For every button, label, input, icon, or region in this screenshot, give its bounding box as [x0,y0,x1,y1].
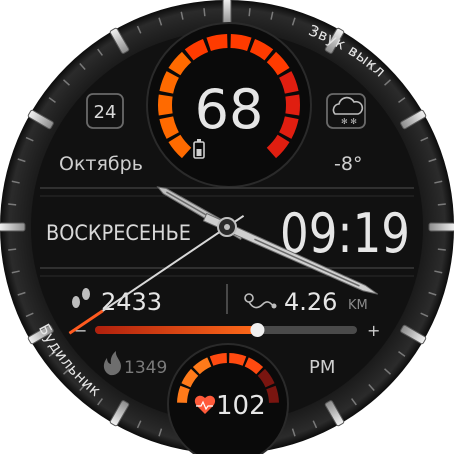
hour-marker [428,222,454,232]
distance-value: 4.26 [284,288,337,316]
minute-tick [437,203,446,206]
battery-arc-segment [159,71,180,94]
svg-text:✻ ✻: ✻ ✻ [341,117,357,126]
minute-tick [437,248,446,251]
center-dot [224,224,230,230]
battery-arc-segment [184,38,209,61]
battery-widget[interactable]: 68 [146,22,312,188]
hour-marker [0,222,26,232]
distance-unit: KM [348,298,368,313]
heart-rate-widget[interactable]: 102 [167,343,289,454]
battery-arc-segment [249,38,274,61]
heart-rate-value: 102 [216,391,266,421]
heart-arc-segment [209,353,228,366]
day-number: 24 [94,102,117,123]
progress-knob[interactable] [250,323,265,337]
progress-fill [95,326,258,334]
temperature-label: -8° [334,153,362,175]
calories-value: 1349 [124,358,167,378]
heart-arc-segment [266,385,279,404]
watch-face: Звук выкл Будильник 68 24 ✻ ✻ Октябрь -8… [0,0,454,454]
battery-arc-segment [285,94,300,116]
hour-marker-bar [0,222,26,232]
battery-arc-segment [206,34,228,52]
weekday-label: ВОСКРЕСЕНЬЕ [46,221,191,245]
battery-arc-segment [230,34,252,52]
hour-marker [222,0,232,26]
battery-arc-segment [278,71,299,94]
month-label: Октябрь [59,153,143,175]
battery-arc-segment [278,116,299,139]
minute-tick [203,8,206,17]
hour-marker-bar [428,222,454,232]
hour-marker-bar [222,0,232,26]
heart-arc-segment [228,353,247,366]
battery-value: 68 [195,78,264,141]
minute-tick [8,203,17,206]
heart-arc-segment [177,385,190,404]
minute-tick [8,248,17,251]
ampm-label: PM [309,357,335,378]
minute-tick [248,8,251,17]
battery-arc-segment [159,116,180,139]
progress-plus[interactable]: + [367,321,380,340]
battery-arc-segment [158,94,173,116]
